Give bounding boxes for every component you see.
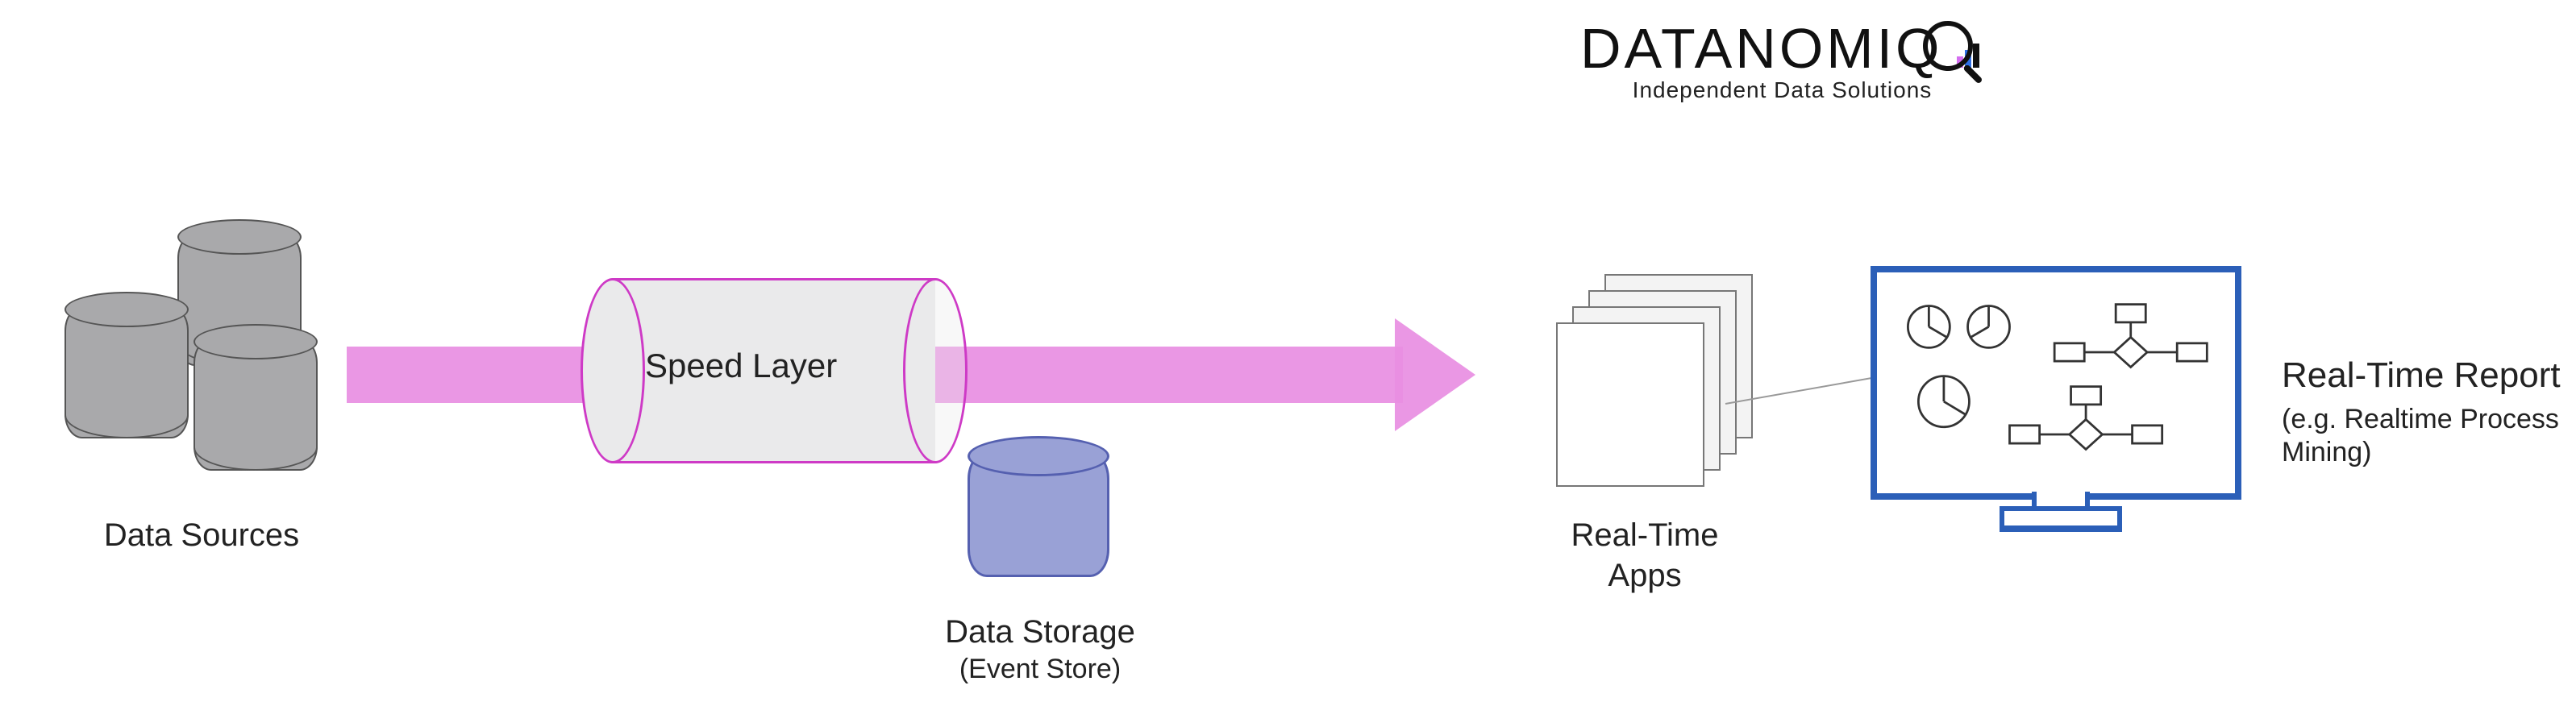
data-sources-icon (65, 234, 339, 508)
dashboard-glyphs-icon (1891, 287, 2220, 479)
speed-layer-label: Speed Layer (645, 347, 837, 385)
database-cylinder-icon (194, 339, 318, 471)
data-sources-label: Data Sources (81, 516, 323, 555)
realtime-report-sublabel: (e.g. Realtime Process Mining) (2282, 403, 2576, 469)
monitor-screen (1871, 266, 2241, 500)
realtime-apps-label-line2: Apps (1548, 556, 1742, 595)
realtime-apps-label-line1: Real-Time (1548, 516, 1742, 555)
monitor-base (2000, 506, 2122, 532)
data-storage-icon (968, 451, 1109, 577)
realtime-apps-icon (1540, 274, 1766, 484)
database-cylinder-icon (65, 306, 189, 438)
brand-text: DATANOMIQ (1580, 17, 1943, 80)
magnifier-icon (1923, 21, 1991, 89)
page-icon (1556, 322, 1704, 487)
data-storage-label: Data Storage (911, 613, 1169, 651)
monitor-icon (1871, 266, 2241, 532)
realtime-report-label: Real-Time Report (2282, 355, 2572, 397)
data-storage-sublabel: (Event Store) (911, 653, 1169, 686)
arrow-head-icon (1395, 318, 1475, 431)
brand-logo: DATANOMIQ Independent Data Solutions (1580, 16, 1984, 103)
